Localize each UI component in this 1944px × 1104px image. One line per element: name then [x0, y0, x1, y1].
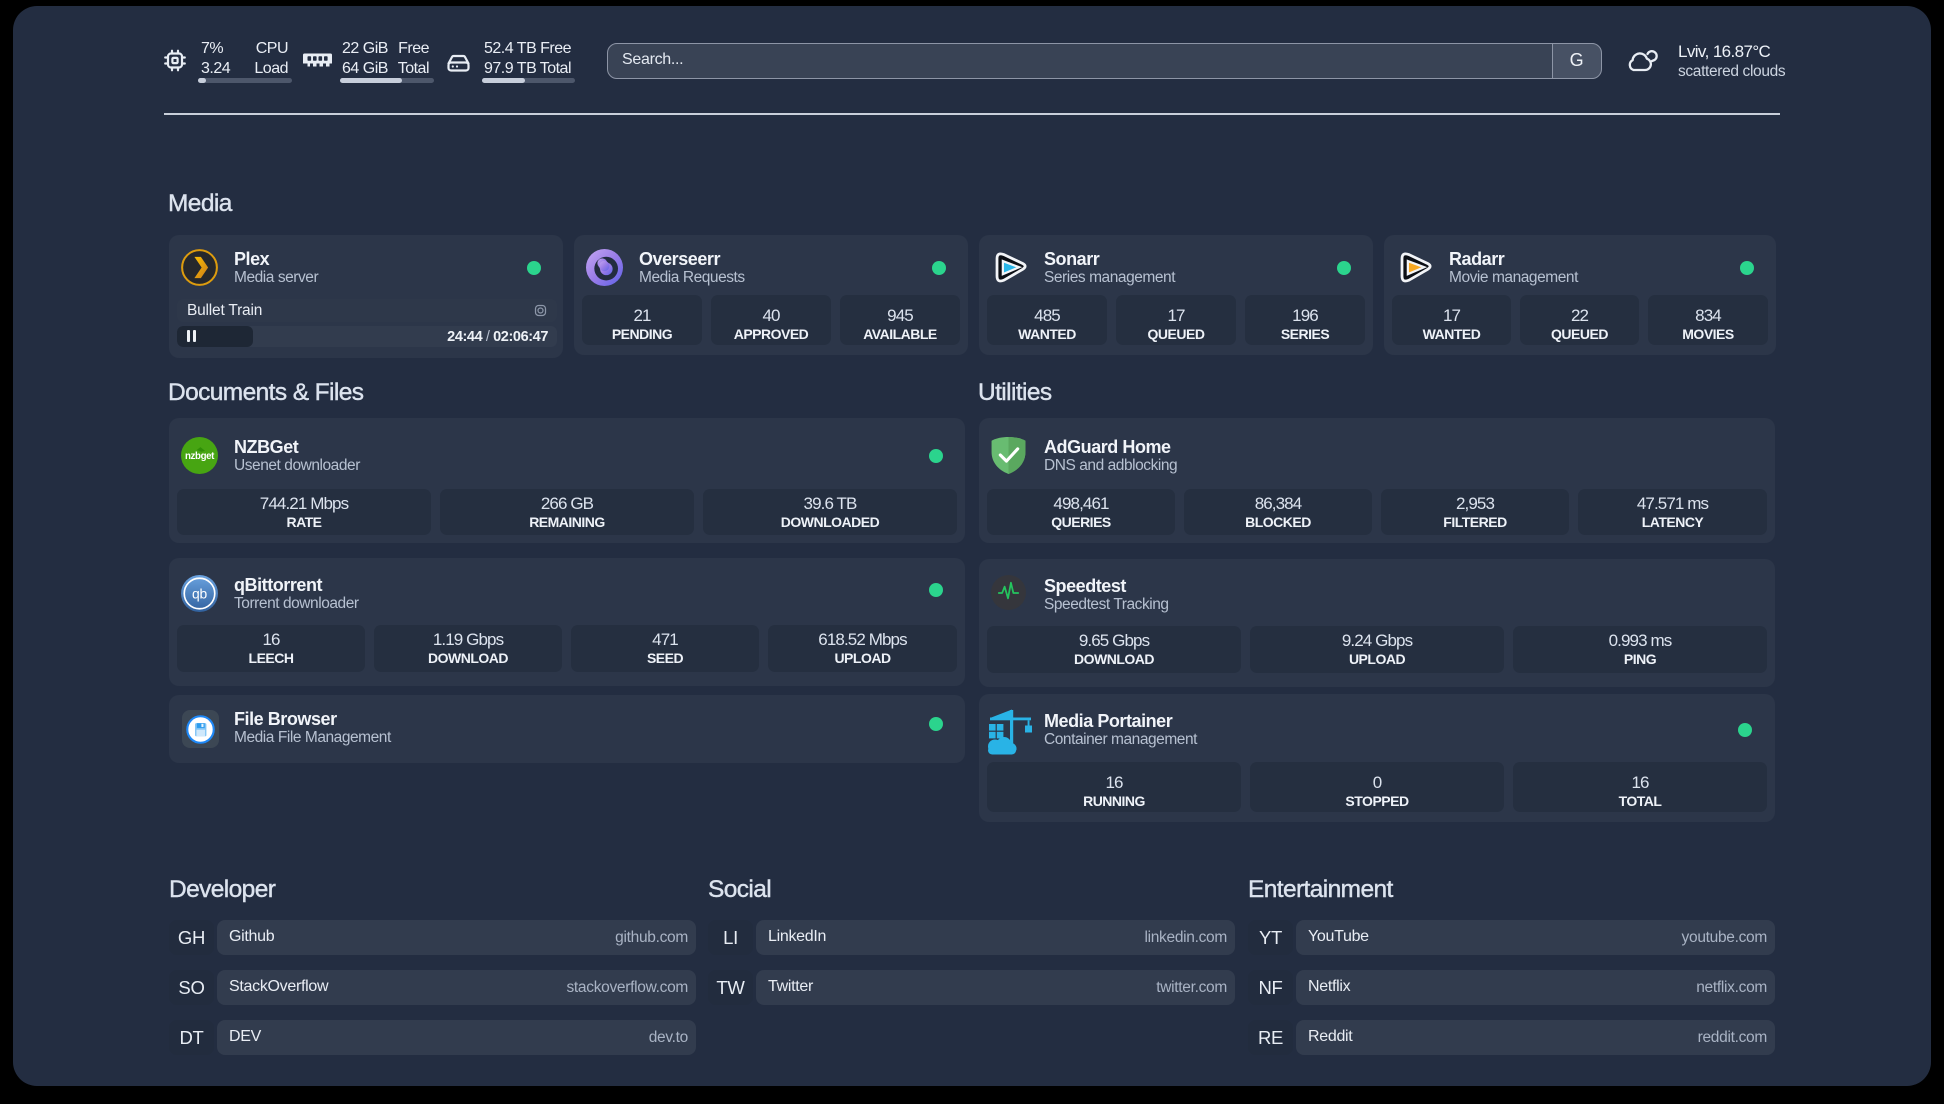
svg-text:nzbget: nzbget: [185, 451, 215, 462]
svg-text:qb: qb: [192, 586, 208, 602]
